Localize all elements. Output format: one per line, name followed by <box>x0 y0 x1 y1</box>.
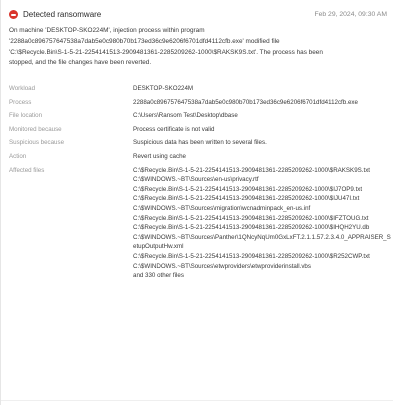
workload-value[interactable]: DESKTOP-SKO224M <box>133 84 393 94</box>
detail-row-suspicious-because: Suspicious because Suspicious data has b… <box>9 138 393 148</box>
alert-details-card: Detected ransomware Feb 29, 2024, 09:30 … <box>0 0 393 405</box>
detail-label: Suspicious because <box>9 139 65 147</box>
detail-row-monitored-because: Monitored because Process certificate is… <box>9 125 393 135</box>
more-files-text: and 330 other files <box>133 272 184 280</box>
detail-row-workload: Workload DESKTOP-SKO224M <box>9 84 393 94</box>
bottom-divider <box>1 400 393 401</box>
detail-row-file-location: File location C:\Users\Ransom Test\Deskt… <box>9 111 393 121</box>
affected-file: C:\$Recycle.Bin\S-1-5-21-2254141513-2909… <box>133 252 370 260</box>
alert-title: Detected ransomware <box>23 10 102 19</box>
affected-file: C:\$Recycle.Bin\S-1-5-21-2254141513-2909… <box>133 166 371 174</box>
detail-row-process: Process 2288a0c896757647538a7dab5e0c980b… <box>9 98 393 108</box>
detail-label: Action <box>9 152 27 160</box>
action-value: Revert using cache <box>133 152 186 160</box>
alert-description: On machine 'DESKTOP-SKO224M', injection … <box>9 27 323 67</box>
affected-files-list: C:\$Recycle.Bin\S-1-5-21-2254141513-2909… <box>133 166 393 281</box>
affected-file: C:\$WINDOWS.~BT\Sources\etwproviders\etw… <box>133 262 311 270</box>
affected-file: C:\$WINDOWS.~BT\Sources\en-us\privacy.rt… <box>133 176 259 184</box>
affected-file: C:\$WINDOWS.~BT\Sources\Panther\1QNcyNqU… <box>133 233 391 251</box>
affected-file: C:\$WINDOWS.~BT\Sources\migration\wcnadm… <box>133 204 311 212</box>
monitored-because-value: Process certificate is not valid <box>133 125 215 133</box>
detail-row-affected-files: Affected files C:\$Recycle.Bin\S-1-5-21-… <box>9 166 393 281</box>
detail-label: Workload <box>9 85 36 92</box>
detail-label: File location <box>9 112 43 120</box>
alert-timestamp: Feb 29, 2024, 09:30 AM <box>314 11 387 18</box>
detail-row-action: Action Revert using cache <box>9 152 393 162</box>
alert-circle-icon <box>9 10 18 19</box>
process-value[interactable]: 2288a0c896757647538a7dab5e0c980b70b173ed… <box>133 98 393 108</box>
detail-label: Monitored because <box>9 125 62 133</box>
file-location-value: C:\Users\Ransom Test\Desktop\dbase <box>133 112 238 120</box>
alert-header: Detected ransomware Feb 29, 2024, 09:30 … <box>9 8 393 24</box>
affected-file: C:\$Recycle.Bin\S-1-5-21-2254141513-2909… <box>133 185 363 193</box>
affected-file: C:\$Recycle.Bin\S-1-5-21-2254141513-2909… <box>133 224 370 232</box>
affected-file: C:\$Recycle.Bin\S-1-5-21-2254141513-2909… <box>133 195 360 203</box>
suspicious-because-value: Suspicious data has been written to seve… <box>133 139 267 147</box>
detail-label: Process <box>9 98 32 106</box>
affected-file: C:\$Recycle.Bin\S-1-5-21-2254141513-2909… <box>133 214 369 222</box>
details-table: Workload DESKTOP-SKO224M Process 2288a0c… <box>9 84 393 281</box>
detail-label: Affected files <box>9 166 45 174</box>
